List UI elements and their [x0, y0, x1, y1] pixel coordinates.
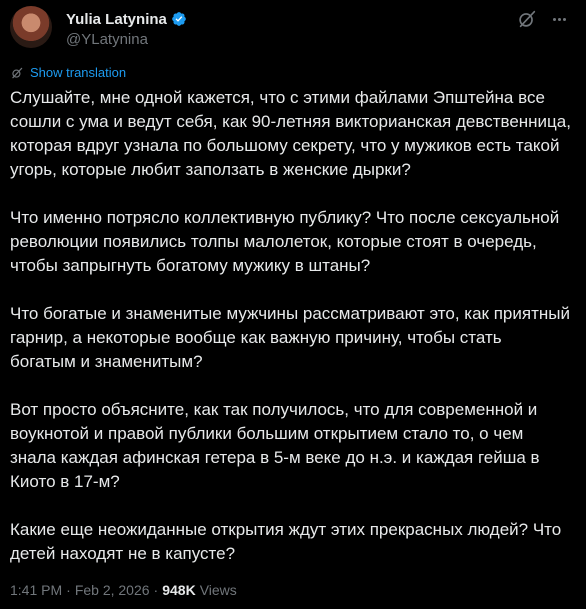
- tweet-time[interactable]: 1:41 PM: [10, 582, 62, 598]
- tweet-paragraph: Какие еще неожиданные открытия ждут этих…: [10, 520, 566, 563]
- grok-icon[interactable]: [516, 8, 538, 30]
- author-names: Yulia Latynina @YLatynina: [66, 9, 187, 48]
- tweet-paragraph: Слушайте, мне одной кажется, что с этими…: [10, 88, 576, 179]
- meta-separator: ·: [66, 582, 71, 598]
- more-dot: [552, 17, 556, 21]
- tweet-paragraph: Что богатые и знаменитые мужчины рассмат…: [10, 304, 575, 371]
- more-dot: [562, 17, 566, 21]
- grok-translate-icon: [12, 67, 23, 78]
- tweet-text: Слушайте, мне одной кажется, что с этими…: [10, 86, 572, 590]
- avatar[interactable]: [10, 6, 52, 48]
- meta-separator: ·: [153, 582, 159, 598]
- tweet-paragraph: Что именно потрясло коллективную публику…: [10, 208, 564, 275]
- more-dot: [557, 17, 561, 21]
- tweet-meta: 1:41 PM · Feb 2, 2026 · 948K Views: [10, 582, 237, 598]
- author-display-name[interactable]: Yulia Latynina: [66, 11, 167, 28]
- show-translation-label[interactable]: Show translation: [30, 65, 126, 80]
- display-name-row: Yulia Latynina: [66, 9, 187, 29]
- verified-badge-icon: [172, 12, 186, 26]
- more-icon[interactable]: [548, 8, 570, 30]
- tweet: Yulia Latynina @YLatynina Show translati…: [0, 0, 586, 609]
- tweet-header: Yulia Latynina @YLatynina: [10, 6, 570, 50]
- show-translation-link[interactable]: Show translation: [10, 65, 126, 80]
- tweet-paragraph: Вот просто объясните, как так получилось…: [10, 400, 545, 491]
- views-label: Views: [199, 582, 237, 598]
- author-handle[interactable]: @YLatynina: [66, 31, 187, 48]
- tweet-date[interactable]: Feb 2, 2026: [75, 582, 150, 598]
- views-count: 948K: [162, 582, 196, 598]
